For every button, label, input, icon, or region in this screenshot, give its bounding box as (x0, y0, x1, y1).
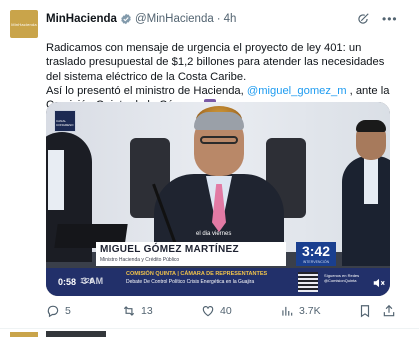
grok-icon[interactable] (356, 12, 370, 26)
collar-right (364, 158, 378, 204)
channel-logo-text: CANAL CONGRESO (56, 119, 74, 127)
share-button[interactable] (382, 303, 396, 319)
share-icon (383, 304, 395, 317)
author-name[interactable]: MinHacienda (46, 13, 117, 25)
volume-icon[interactable] (372, 276, 386, 290)
speaker-name: MIGUEL GÓMEZ MARTÍNEZ (100, 244, 239, 255)
retweet-icon (123, 306, 135, 316)
tweet-header: MinHacienda @MinHacienda · 4h ••• (46, 10, 406, 28)
video-elapsed: 0:58 (58, 277, 77, 287)
video-controls: 0:58 1:26 (46, 270, 390, 296)
speaker-role: Ministro Hacienda y Crédito Público (100, 257, 180, 263)
video-subtitle: el dia viernes (196, 231, 232, 237)
verified-badge-icon (121, 13, 131, 25)
separator-dot: · (216, 13, 221, 25)
views-icon (282, 306, 293, 316)
mention-link[interactable]: @miguel_gomez_m (247, 85, 347, 97)
next-tweet-peek[interactable] (0, 330, 419, 337)
clock-box: 3:42 INTERVENCIÓN (296, 242, 336, 266)
video-player[interactable]: CANAL CONGRESO el dia viernes MIGUEL GÓM… (46, 102, 390, 296)
speaker-namebar: MIGUEL GÓMEZ MARTÍNEZ Ministro Hacienda … (96, 242, 286, 266)
tweet-timestamp[interactable]: 4h (224, 13, 237, 25)
bookmark-button[interactable] (358, 303, 372, 319)
retweet-count: 13 (141, 305, 153, 317)
clock-label: INTERVENCIÓN (302, 260, 330, 264)
avatar-logo-text: MinHacienda (11, 21, 37, 27)
person-right (342, 120, 390, 266)
action-bar: 5 13 40 3.7K (46, 303, 401, 321)
tweet-text-line1: Radicamos con mensaje de urgencia el pro… (46, 42, 385, 83)
like-count: 40 (220, 305, 232, 317)
video-duration: 1:26 (80, 278, 94, 285)
hair (194, 112, 244, 130)
next-avatar (10, 332, 38, 337)
next-author-name (46, 331, 106, 337)
channel-logo: CANAL CONGRESO (54, 110, 76, 132)
collar-left (48, 150, 64, 210)
hair-right (356, 120, 386, 132)
reply-count: 5 (65, 305, 71, 317)
retweet-button[interactable]: 13 (122, 303, 153, 319)
author-handle[interactable]: @MinHacienda (135, 13, 214, 25)
tweet-card[interactable]: MinHacienda MinHacienda @MinHacienda · 4… (0, 0, 419, 329)
tweet-text-line2-prefix: Así lo presentó el ministro de Hacienda, (46, 84, 247, 97)
views-count: 3.7K (299, 305, 321, 317)
more-icon[interactable]: ••• (382, 12, 398, 26)
views-button[interactable]: 3.7K (280, 303, 321, 319)
like-button[interactable]: 40 (201, 303, 232, 319)
bookmark-icon (360, 305, 370, 318)
tweet-text: Radicamos con mensaje de urgencia el pro… (46, 27, 401, 112)
reply-button[interactable]: 5 (46, 303, 71, 319)
colombia-flag-icon (46, 29, 58, 38)
intervention-clock: 3:42 (301, 243, 331, 259)
glasses (200, 136, 238, 144)
author-avatar[interactable]: MinHacienda (10, 10, 38, 38)
like-icon (202, 306, 214, 317)
reply-icon (47, 305, 59, 318)
